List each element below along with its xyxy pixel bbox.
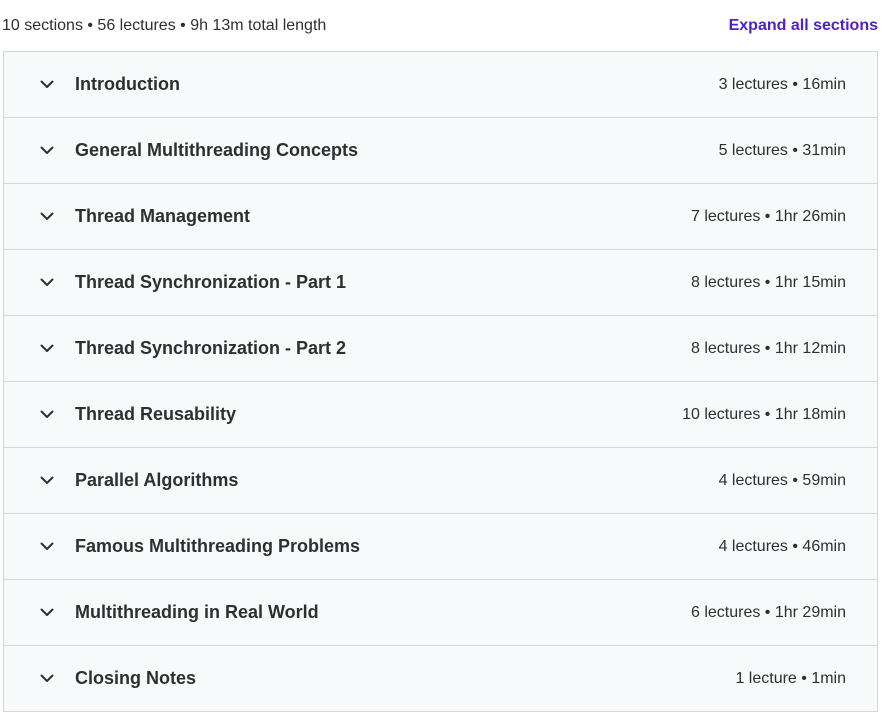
chevron-down-icon (38, 538, 56, 556)
section-row[interactable]: Thread Reusability 10 lectures • 1hr 18m… (4, 382, 877, 448)
chevron-down-icon (38, 340, 56, 358)
section-row[interactable]: Closing Notes 1 lecture • 1min (4, 646, 877, 712)
section-meta: 8 lectures • 1hr 12min (690, 339, 846, 357)
section-title: Introduction (75, 74, 180, 94)
chevron-down-icon (38, 670, 56, 688)
section-row[interactable]: General Multithreading Concepts 5 lectur… (4, 118, 877, 184)
section-meta: 10 lectures • 1hr 18min (682, 405, 846, 423)
section-row[interactable]: Thread Management 7 lectures • 1hr 26min (4, 184, 877, 250)
section-title: Thread Synchronization - Part 1 (75, 272, 347, 292)
section-title: Multithreading in Real World (75, 602, 319, 622)
section-title: Closing Notes (75, 668, 197, 688)
curriculum-summary-text: 10 sections • 56 lectures • 9h 13m total… (2, 17, 327, 34)
chevron-down-icon (38, 406, 56, 424)
section-title: Famous Multithreading Problems (75, 536, 361, 556)
sections-list: Introduction 3 lectures • 16min General … (3, 51, 878, 712)
section-row[interactable]: Famous Multithreading Problems 4 lecture… (4, 514, 877, 580)
section-title: General Multithreading Concepts (75, 140, 359, 160)
section-row[interactable]: Parallel Algorithms 4 lectures • 59min (4, 448, 877, 514)
section-row[interactable]: Multithreading in Real World 6 lectures … (4, 580, 877, 646)
section-meta: 5 lectures • 31min (718, 141, 846, 159)
section-title: Thread Synchronization - Part 2 (75, 338, 347, 358)
section-title: Parallel Algorithms (75, 470, 239, 490)
section-row[interactable]: Thread Synchronization - Part 1 8 lectur… (4, 250, 877, 316)
chevron-down-icon (38, 604, 56, 622)
section-meta: 6 lectures • 1hr 29min (690, 603, 846, 621)
course-curriculum: 10 sections • 56 lectures • 9h 13m total… (0, 0, 882, 716)
section-row[interactable]: Introduction 3 lectures • 16min (4, 52, 877, 118)
section-meta: 1 lecture • 1min (735, 669, 846, 687)
chevron-down-icon (38, 208, 56, 226)
chevron-down-icon (38, 142, 56, 160)
chevron-down-icon (38, 274, 56, 292)
curriculum-summary-bar: 10 sections • 56 lectures • 9h 13m total… (0, 0, 882, 52)
section-row[interactable]: Thread Synchronization - Part 2 8 lectur… (4, 316, 877, 382)
section-meta: 3 lectures • 16min (718, 75, 846, 93)
section-meta: 4 lectures • 46min (718, 537, 846, 555)
section-meta: 4 lectures • 59min (718, 471, 846, 489)
section-meta: 8 lectures • 1hr 15min (690, 273, 846, 291)
section-title: Thread Reusability (75, 404, 237, 424)
section-title: Thread Management (75, 206, 251, 226)
expand-all-sections-button[interactable]: Expand all sections (729, 17, 878, 35)
chevron-down-icon (38, 472, 56, 490)
chevron-down-icon (38, 76, 56, 94)
section-meta: 7 lectures • 1hr 26min (690, 207, 846, 225)
